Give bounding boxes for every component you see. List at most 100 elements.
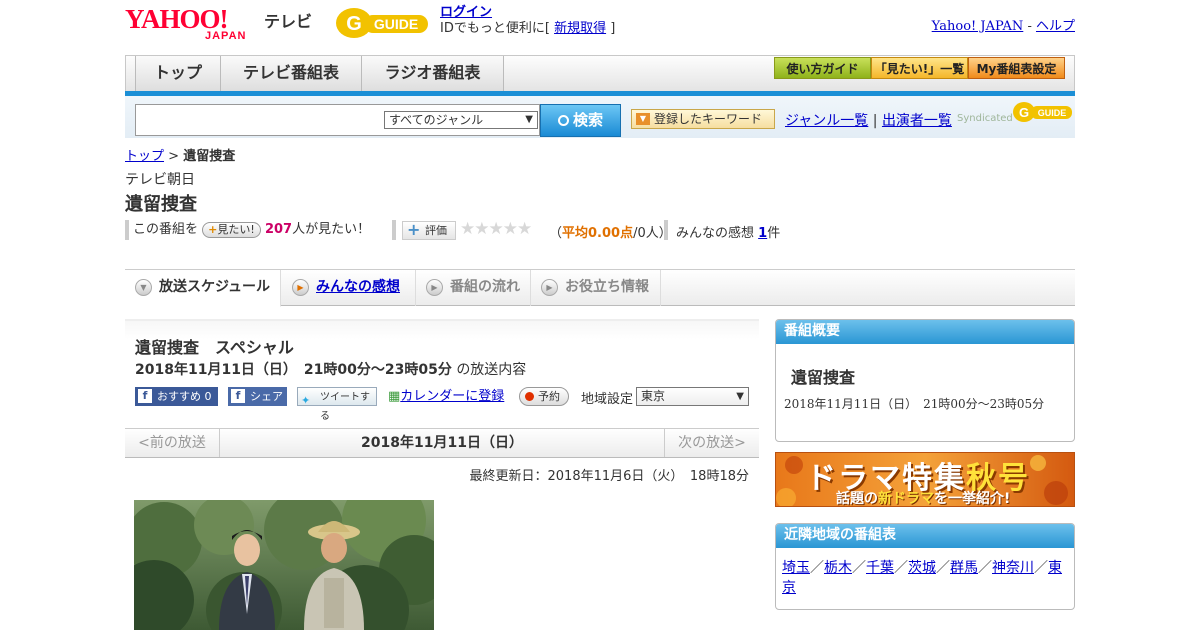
region-sep: ／ — [852, 560, 866, 576]
gguide-small-logo: G GUIDE — [1013, 102, 1072, 122]
station-name: テレビ朝日 — [125, 172, 195, 188]
genre-selected: すべてのジャンル — [389, 113, 484, 127]
average-rating: （平均0.00点/0人） — [549, 222, 672, 241]
facebook-share-button[interactable]: f シェア — [228, 387, 287, 406]
genre-select[interactable]: すべてのジャンル ▼ — [384, 111, 538, 129]
region-sep: ／ — [1034, 560, 1048, 576]
tab-schedule-label: 放送スケジュール — [159, 279, 271, 295]
tab-useful-info[interactable]: ▶ お役立ち情報 — [531, 270, 661, 306]
gguide-logo[interactable]: G GUIDE — [334, 6, 432, 40]
broadcast-pager: <前の放送 2018年11月11日（日） 次の放送> — [125, 428, 759, 458]
program-tabs: ▼ 放送スケジュール ▶ みんなの感想 ▶ 番組の流れ ▶ お役立ち情報 — [125, 269, 1075, 307]
yahoo-japan-logo[interactable]: YAHOO! JAPAN — [125, 6, 261, 43]
region-link-gunma[interactable]: 群馬 — [950, 560, 978, 576]
region-link-chiba[interactable]: 千葉 — [866, 560, 894, 576]
stats-divider — [392, 220, 396, 240]
drama-sub-b: 新ドラマ — [878, 491, 934, 507]
drama-special-banner[interactable]: ドラマ特集秋号 話題の新ドラマを一挙紹介! — [775, 452, 1075, 507]
avg-open: （ — [549, 226, 563, 241]
top-right-separator: - — [1027, 19, 1032, 34]
breadcrumb-current: 遺留捜査 — [183, 149, 236, 164]
breadcrumb-home[interactable]: トップ — [125, 149, 164, 164]
facebook-recommend-button[interactable]: f おすすめ 0 — [135, 387, 218, 406]
tab-schedule[interactable]: ▼ 放送スケジュール — [125, 270, 281, 307]
chevron-down-icon: ▼ — [736, 391, 744, 402]
avg-label: 平均0.00点 — [562, 226, 634, 241]
overview-title: 遺留捜査 — [791, 368, 856, 387]
nav-tab-top[interactable]: トップ — [135, 56, 221, 91]
want-button[interactable]: +見たい! — [202, 221, 261, 238]
search-link-separator: | — [872, 113, 878, 129]
program-overview-box: 番組概要 遺留捜査 2018年11月11日（日） 21時00分～23時05分 — [775, 319, 1075, 442]
tab-flow[interactable]: ▶ 番組の流れ — [416, 270, 531, 306]
impressions-count-link[interactable]: 1 — [758, 226, 767, 241]
help-link[interactable]: ヘルプ — [1036, 19, 1075, 34]
stats-divider — [125, 220, 129, 240]
content-title: 遺留捜査 スペシャル — [135, 338, 294, 357]
want-button-label: 見たい! — [217, 222, 255, 236]
region-link-kanagawa[interactable]: 神奈川 — [992, 560, 1034, 576]
tab-impressions-label: みんなの感想 — [316, 279, 400, 295]
region-sep: ／ — [978, 560, 992, 576]
reserve-label: 予約 — [538, 390, 560, 403]
reserve-button[interactable]: 予約 — [519, 387, 569, 406]
prev-broadcast-link[interactable]: <前の放送 — [125, 429, 220, 457]
register-link[interactable]: 新規取得 — [554, 21, 606, 36]
yahoo-japan-link[interactable]: Yahoo! JAPAN — [932, 19, 1024, 34]
play-icon: ▶ — [292, 279, 309, 296]
region-select[interactable]: 東京 ▼ — [636, 387, 749, 406]
next-broadcast-link[interactable]: 次の放送> — [664, 429, 759, 457]
top-right-links: Yahoo! JAPAN - ヘルプ — [932, 15, 1075, 34]
search-links: ジャンル一覧 | 出演者一覧 — [785, 110, 952, 130]
last-updated: 最終更新日：2018年11月6日（火） 18時18分 — [469, 469, 749, 484]
stats-divider — [664, 220, 668, 240]
login-link[interactable]: ログイン — [440, 5, 492, 20]
keyword-button[interactable]: ▼ 登録したキーワード — [631, 109, 775, 129]
svg-text:G: G — [346, 13, 362, 35]
recommend-count: 0 — [204, 390, 212, 403]
region-sep: ／ — [894, 560, 908, 576]
breadcrumb: トップ > 遺留捜査 — [125, 145, 235, 164]
plus-icon: + — [208, 222, 218, 236]
current-broadcast-date: 2018年11月11日（日） — [361, 435, 523, 451]
svg-text:GUIDE: GUIDE — [1038, 108, 1067, 118]
region-link-tochigi[interactable]: 栃木 — [824, 560, 852, 576]
want-list-button[interactable]: 「見たい!」一覧 — [871, 57, 968, 79]
main-nav: トップ テレビ番組表 ラジオ番組表 使い方ガイド 「見たい!」一覧 My番組表設… — [125, 55, 1075, 91]
tab-flow-label: 番組の流れ — [450, 279, 520, 295]
chevron-down-icon: ▼ — [135, 279, 152, 296]
my-schedule-button[interactable]: My番組表設定 — [968, 57, 1065, 79]
howto-guide-button[interactable]: 使い方ガイド — [774, 57, 871, 79]
play-icon: ▶ — [426, 279, 443, 296]
want-stats: この番組を +見たい! 207人が見たい！ — [133, 220, 370, 242]
tab-impressions[interactable]: ▶ みんなの感想 — [282, 270, 416, 306]
want-count: 207 — [264, 222, 293, 237]
region-link-ibaraki[interactable]: 茨城 — [908, 560, 936, 576]
rating-stars: ★★★★★ — [460, 219, 532, 239]
search-button[interactable]: 検索 — [540, 104, 621, 137]
region-link-saitama[interactable]: 埼玉 — [782, 560, 810, 576]
calendar-icon: ▦ — [388, 389, 401, 404]
share-row: f おすすめ 0 f シェア ✦ ツイートする ▦カレンダーに登録 予約 地域設定 東… — [135, 387, 755, 422]
nav-tab-tv[interactable]: テレビ番組表 — [221, 56, 362, 91]
nearby-heading: 近隣地域の番組表 — [776, 524, 1074, 548]
nearby-region-links: 埼玉／栃木／千葉／茨城／群馬／神奈川／東京 — [782, 558, 1068, 598]
region-sep: ／ — [936, 560, 950, 576]
facebook-icon: f — [231, 389, 245, 403]
drama-sub-c: を一挙紹介! — [934, 491, 1011, 507]
nav-tab-radio[interactable]: ラジオ番組表 — [362, 56, 504, 91]
rating-button[interactable]: + 評価 — [402, 221, 456, 240]
region-label: 地域設定 — [581, 392, 634, 407]
content-time: 2018年11月11日（日） 21時00分～23時05分 の放送内容 — [135, 359, 526, 379]
facebook-icon: f — [138, 389, 152, 403]
tv-label: テレビ — [264, 12, 313, 31]
twitter-icon: ✦ — [301, 394, 311, 407]
tweet-button[interactable]: ✦ ツイートする — [297, 387, 377, 422]
login-text: IDでもっと便利に[ — [440, 21, 550, 36]
recommend-label: おすすめ — [157, 390, 201, 403]
genre-list-link[interactable]: ジャンル一覧 — [785, 113, 868, 129]
want-suffix: 人が見たい！ — [292, 222, 371, 237]
cast-list-link[interactable]: 出演者一覧 — [882, 113, 952, 129]
register-close: ] — [610, 21, 616, 36]
calendar-link[interactable]: ▦カレンダーに登録 — [388, 387, 504, 406]
